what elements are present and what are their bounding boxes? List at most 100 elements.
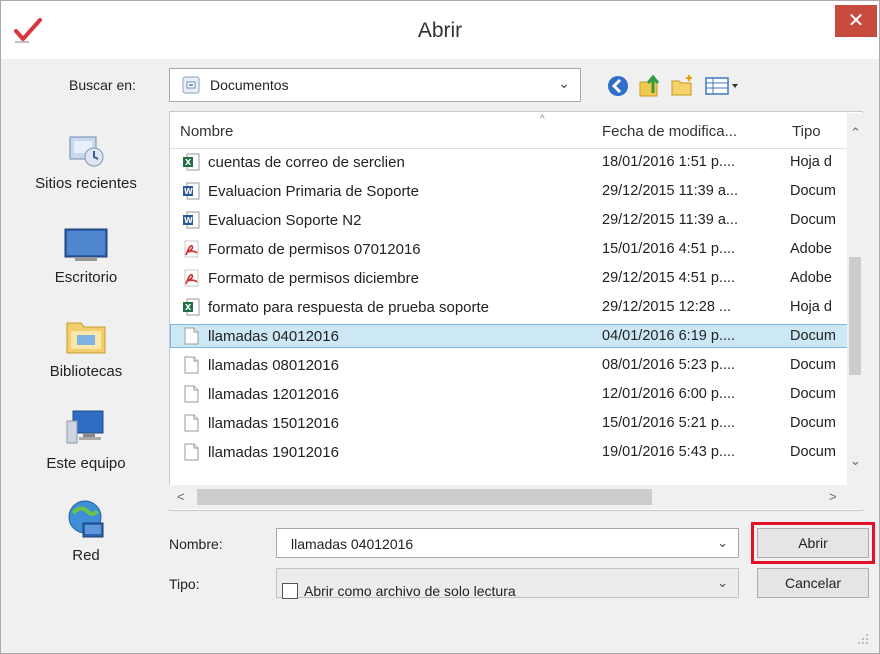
cancel-button[interactable]: Cancelar xyxy=(757,568,869,598)
file-date: 04/01/2016 6:19 p.... xyxy=(602,328,736,344)
filename-value: llamadas 04012016 xyxy=(291,536,414,552)
file-type: Adobe xyxy=(790,270,832,286)
file-type: Docum xyxy=(790,444,836,460)
title-bar: Abrir ✕ xyxy=(1,1,879,59)
network-icon xyxy=(68,500,104,538)
file-type: Hoja d xyxy=(790,154,832,170)
dialog-title: Abrir xyxy=(417,19,463,42)
up-folder-icon[interactable] xyxy=(637,73,663,99)
lookin-dropdown[interactable]: Documentos ⌄ xyxy=(169,68,581,102)
svg-text:X: X xyxy=(185,303,192,312)
word-file-icon: W xyxy=(183,182,200,200)
file-name: cuentas de correo de serclien xyxy=(208,154,405,171)
file-date: 29/12/2015 11:39 a... xyxy=(602,212,738,228)
file-list[interactable]: Nombre ^ Fecha de modifica... Tipo Xcuen… xyxy=(169,111,863,511)
file-date: 15/01/2016 4:51 p.... xyxy=(602,241,736,257)
list-header: Nombre ^ Fecha de modifica... Tipo xyxy=(170,112,862,149)
place-network[interactable]: Red xyxy=(11,497,161,564)
chevron-down-icon[interactable]: ⌄ xyxy=(717,575,728,591)
close-icon: ✕ xyxy=(847,10,865,32)
pdf-file-icon xyxy=(184,240,199,258)
close-button[interactable]: ✕ xyxy=(835,5,877,37)
chevron-down-icon[interactable]: ⌄ xyxy=(717,535,728,551)
place-recent[interactable]: Sitios recientes xyxy=(11,127,161,192)
file-date: 08/01/2016 5:23 p.... xyxy=(602,357,736,373)
file-type: Docum xyxy=(790,386,836,402)
file-row[interactable]: llamadas 19012016 19/01/2016 5:43 p.... Do… xyxy=(170,440,862,464)
excel-file-icon: X xyxy=(183,298,200,316)
places-bar: Sitios recientes Escritorio Bibliotecas xyxy=(11,113,161,633)
desktop-icon xyxy=(64,228,108,261)
file-name: llamadas 15012016 xyxy=(208,415,339,432)
column-type[interactable]: Tipo xyxy=(792,123,821,140)
column-date[interactable]: Fecha de modifica... xyxy=(602,123,737,140)
file-date: 18/01/2016 1:51 p.... xyxy=(602,154,736,170)
place-computer[interactable]: Este equipo xyxy=(11,405,161,472)
vertical-scroll-thumb[interactable] xyxy=(849,257,861,375)
scroll-left-icon[interactable]: < xyxy=(177,489,185,504)
new-folder-icon[interactable] xyxy=(669,73,695,99)
place-libraries[interactable]: Bibliotecas xyxy=(11,313,161,380)
place-label: Red xyxy=(72,547,100,564)
file-type: Docum xyxy=(790,415,836,431)
svg-text:X: X xyxy=(185,158,192,167)
filename-label: Nombre: xyxy=(169,536,223,552)
file-row[interactable]: llamadas 15012016 15/01/2016 5:21 p.... Do… xyxy=(170,411,862,435)
file-date: 12/01/2016 6:00 p.... xyxy=(602,386,736,402)
recent-places-icon xyxy=(69,136,104,167)
file-name: llamadas 08012016 xyxy=(208,357,339,374)
horizontal-scroll-thumb[interactable] xyxy=(197,489,652,505)
scroll-up-icon[interactable]: ⌃ xyxy=(850,125,861,141)
file-name: llamadas 19012016 xyxy=(208,444,339,461)
file-date: 29/12/2015 12:28 ... xyxy=(602,299,731,315)
file-row[interactable]: Xformato para respuesta de prueba soport… xyxy=(170,295,862,319)
place-label: Escritorio xyxy=(54,269,118,286)
scroll-right-icon[interactable]: > xyxy=(829,489,837,504)
chevron-down-icon: ⌄ xyxy=(558,75,570,91)
column-name[interactable]: Nombre xyxy=(180,123,233,140)
text-file-icon xyxy=(184,385,199,403)
file-type: Docum xyxy=(790,212,836,228)
filename-input[interactable]: llamadas 04012016 ⌄ xyxy=(276,528,739,558)
file-type: Hoja d xyxy=(790,299,832,315)
file-type: Docum xyxy=(790,183,836,199)
file-name: llamadas 04012016 xyxy=(208,328,339,345)
highlight-box xyxy=(751,522,875,564)
lookin-label: Buscar en: xyxy=(69,77,136,93)
text-file-icon xyxy=(184,356,199,374)
file-row[interactable]: Xcuentas de correo de serclien 18/01/2016… xyxy=(170,150,862,174)
readonly-checkbox[interactable] xyxy=(282,583,298,599)
file-date: 15/01/2016 5:21 p.... xyxy=(602,415,736,431)
pdf-file-icon xyxy=(184,269,199,287)
file-type: Docum xyxy=(790,357,836,373)
file-row[interactable]: llamadas 12012016 12/01/2016 6:00 p.... Do… xyxy=(170,382,862,406)
text-file-icon xyxy=(184,443,199,461)
word-file-icon: W xyxy=(183,211,200,229)
sort-arrow-icon: ^ xyxy=(540,114,545,125)
file-row[interactable]: W Evaluacion Soporte N2 29/12/2015 11:39 a… xyxy=(170,208,862,232)
file-name: llamadas 12012016 xyxy=(208,386,339,403)
file-row[interactable]: W Evaluacion Primaria de Soporte 29/12/201… xyxy=(170,179,862,203)
scroll-down-icon[interactable]: ⌄ xyxy=(850,453,861,469)
file-row[interactable]: llamadas 08012016 08/01/2016 5:23 p.... Do… xyxy=(170,353,862,377)
file-name: Formato de permisos 07012016 xyxy=(208,241,421,258)
file-type: Adobe xyxy=(790,241,832,257)
resize-grip-icon[interactable] xyxy=(857,633,869,645)
text-file-icon xyxy=(184,327,199,345)
view-menu-icon[interactable] xyxy=(703,73,743,99)
place-desktop[interactable]: Escritorio xyxy=(11,225,161,286)
file-name: formato para respuesta de prueba soporte xyxy=(208,299,490,316)
file-name: Formato de permisos diciembre xyxy=(208,270,419,287)
file-type: Docum xyxy=(790,328,836,344)
file-row-selected[interactable]: llamadas 04012016 04/01/2016 6:19 p.... Do… xyxy=(170,324,862,348)
back-icon[interactable] xyxy=(605,73,631,99)
excel-file-icon: X xyxy=(183,153,200,171)
file-name: Evaluacion Primaria de Soporte xyxy=(208,183,419,200)
readonly-label[interactable]: Abrir como archivo de solo lectura xyxy=(304,583,516,599)
file-row[interactable]: Formato de permisos diciembre 29/12/2015 … xyxy=(170,266,862,290)
place-label: Este equipo xyxy=(46,455,126,472)
file-date: 29/12/2015 4:51 p.... xyxy=(602,270,736,286)
file-date: 29/12/2015 11:39 a... xyxy=(602,183,738,199)
file-row[interactable]: Formato de permisos 07012016 15/01/2016 4… xyxy=(170,237,862,261)
libraries-icon xyxy=(66,322,106,354)
